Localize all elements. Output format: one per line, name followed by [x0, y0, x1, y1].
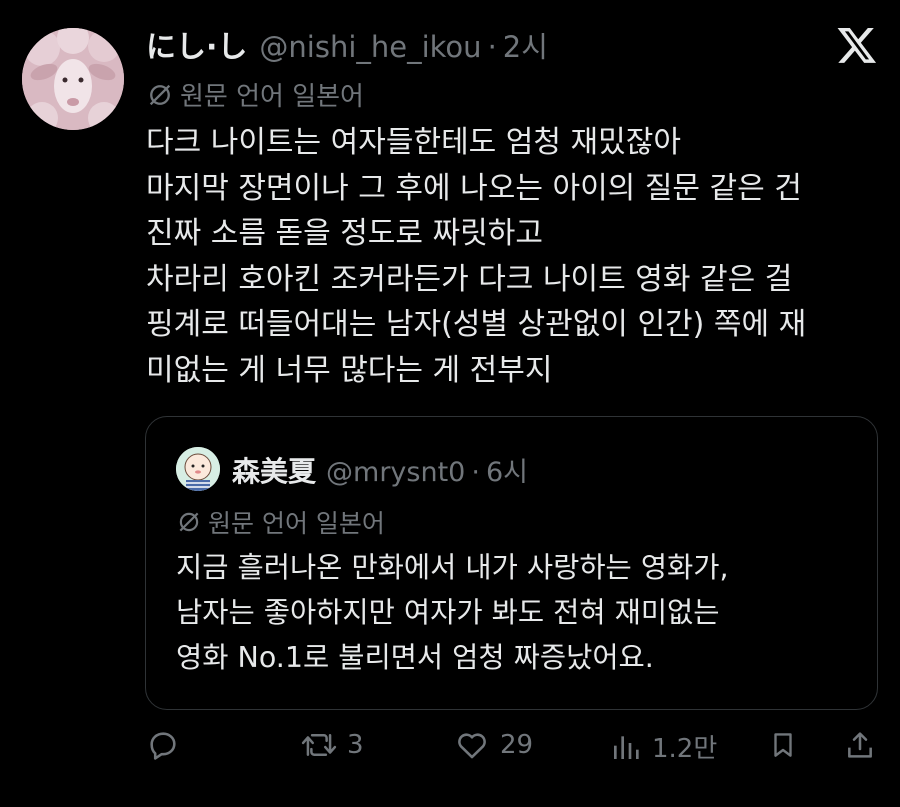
- bookmark-icon: [774, 733, 792, 757]
- action-bar: 3 29 1.2만: [146, 728, 876, 776]
- quote-text-line: 영화 No.1로 불리면서 엄청 짜증났어요.: [176, 641, 654, 674]
- header-separator: ·: [487, 30, 497, 64]
- share-button[interactable]: [844, 728, 876, 762]
- reply-icon: [150, 732, 176, 760]
- post-text-line: 진짜 소름 돋을 정도로 짜릿하고: [146, 216, 543, 251]
- retweet-button[interactable]: 3: [301, 728, 364, 762]
- retweet-icon: [301, 734, 337, 756]
- post-text: 다크 나이트는 여자들한테도 엄청 재밌잖아 마지막 장면이나 그 후에 나오는…: [146, 120, 881, 393]
- post-text-line: 차라리 호아킨 조커라든가 다크 나이트 영화 같은 걸: [146, 261, 793, 297]
- translate-label-text: 원문 언어 일본어: [180, 82, 364, 112]
- post-time[interactable]: 2시: [503, 24, 548, 66]
- quote-text-line: 지금 흘러나온 만화에서 내가 사랑하는 영화가,: [176, 551, 729, 584]
- quote-translate-source-label[interactable]: 원문 언어 일본어: [176, 504, 385, 540]
- bookmark-button[interactable]: [768, 728, 798, 762]
- quote-translate-label-text: 원문 언어 일본어: [208, 509, 385, 538]
- author-display-name[interactable]: にし·し: [146, 22, 247, 66]
- reply-button[interactable]: [146, 728, 180, 762]
- post-text-line: 핑계로 떠들어대는 남자(성별 상관없이 인간) 쪽에 재: [146, 307, 807, 342]
- translate-icon: [149, 84, 171, 105]
- views-button[interactable]: 1.2만: [610, 728, 717, 765]
- post-text-line: 마지막 장면이나 그 후에 나오는 아이의 질문 같은 건: [146, 170, 802, 206]
- views-count: 1.2만: [652, 734, 718, 764]
- quote-text: 지금 흘러나온 만화에서 내가 사랑하는 영화가, 남자는 좋아하지만 여자가 …: [176, 545, 866, 680]
- quote-header-separator: ·: [471, 457, 480, 488]
- author-handle[interactable]: @nishi_he_ikou: [259, 30, 481, 64]
- heart-icon: [458, 733, 486, 759]
- translate-icon: [179, 512, 199, 532]
- author-avatar[interactable]: [22, 28, 124, 130]
- post-text-line: 미없는 게 너무 많다는 게 전부지: [146, 352, 553, 388]
- share-icon: [848, 732, 872, 758]
- like-count: 29: [500, 730, 534, 760]
- quote-time[interactable]: 6시: [486, 450, 528, 489]
- post-text-line: 다크 나이트는 여자들한테도 엄청 재밌잖아: [146, 125, 681, 160]
- quote-header: 森美夏 @mrysnt0 · 6시: [232, 450, 528, 490]
- quote-author-display-name[interactable]: 森美夏: [232, 450, 316, 490]
- quote-text-line: 남자는 좋아하지만 여자가 봐도 전혀 재미없는: [176, 596, 720, 629]
- quote-author-avatar[interactable]: [176, 447, 220, 491]
- quote-author-handle[interactable]: @mrysnt0: [326, 457, 465, 488]
- x-logo-icon[interactable]: [836, 24, 878, 66]
- translate-source-label[interactable]: 원문 언어 일본어: [146, 76, 364, 113]
- retweet-count: 3: [347, 730, 364, 760]
- post-header: にし·し @nishi_he_ikou · 2시: [146, 22, 548, 66]
- like-button[interactable]: 29: [454, 728, 533, 762]
- quoted-post[interactable]: 森美夏 @mrysnt0 · 6시 원문 언어 일본어 지금 흘러나온 만화에서…: [145, 416, 878, 710]
- views-chart-icon: [614, 735, 639, 759]
